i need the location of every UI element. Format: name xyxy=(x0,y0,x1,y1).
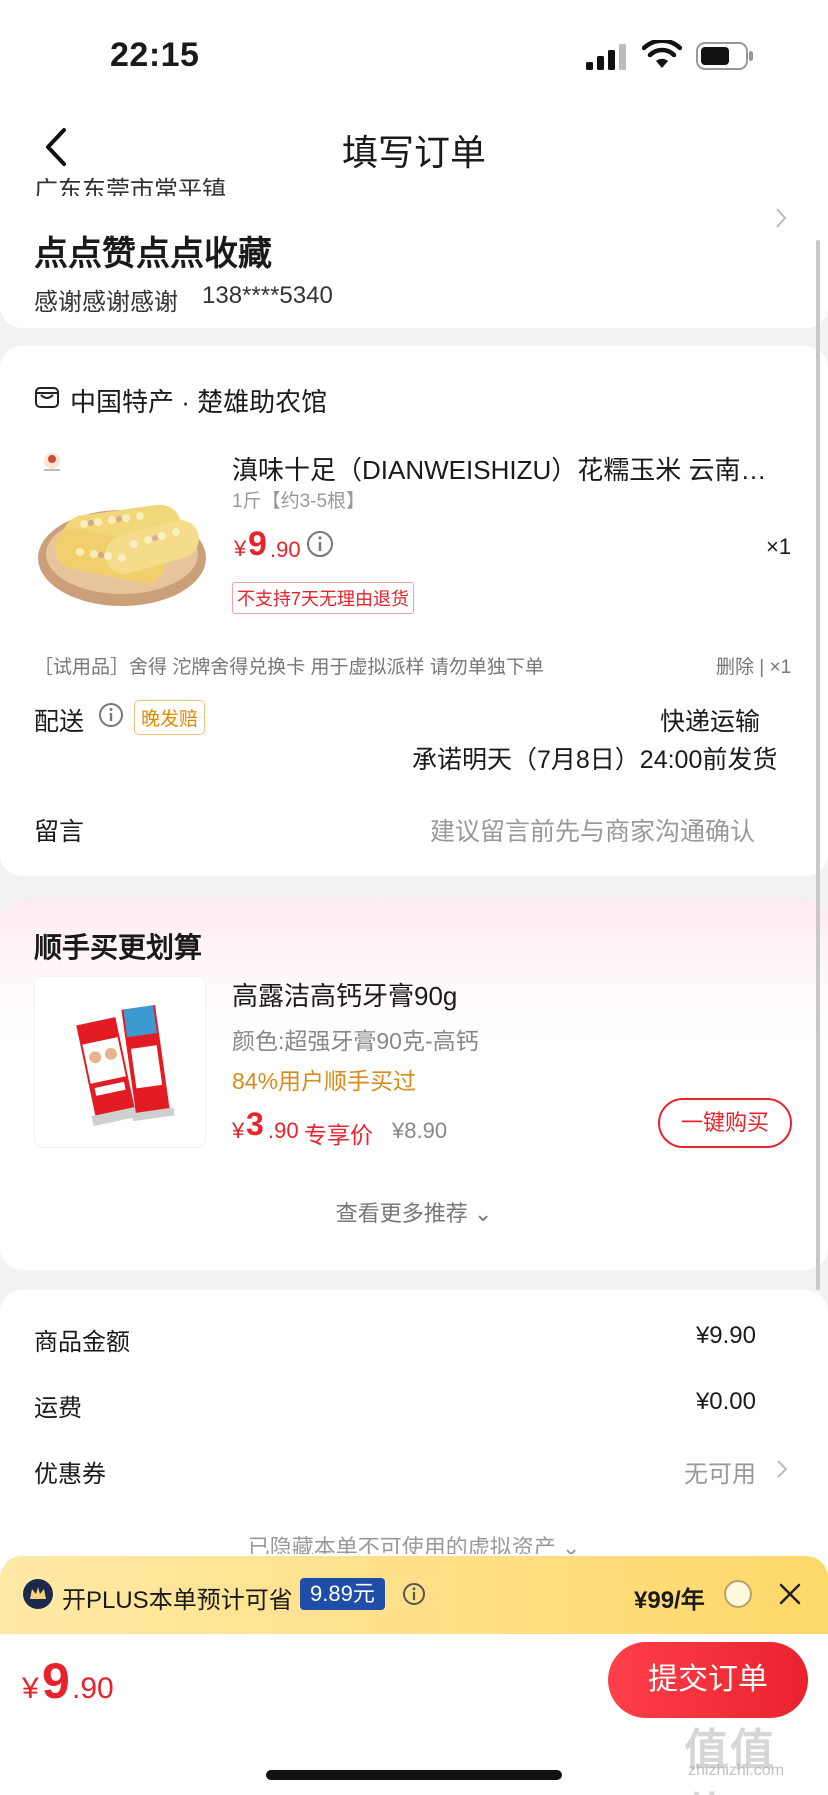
address-name: 点点赞点点收藏 xyxy=(34,235,272,273)
more-recommendations-link[interactable]: 查看更多推荐 ⌄ xyxy=(0,1196,828,1228)
coupon-value[interactable]: 无可用 xyxy=(620,1454,756,1489)
total-integer: 9 xyxy=(42,1653,70,1709)
plus-price: ¥99/年 xyxy=(634,1587,705,1614)
delivery-label: 配送 xyxy=(34,708,85,736)
toothpaste-image xyxy=(76,1005,175,1127)
upsell-product-spec: 颜色:超强牙膏90克-高钙 xyxy=(232,1028,479,1054)
info-icon[interactable] xyxy=(98,702,124,728)
scrollbar[interactable] xyxy=(816,240,820,1290)
shop-icon xyxy=(35,387,59,408)
plus-crown-icon xyxy=(23,1579,53,1609)
message-label: 留言 xyxy=(34,818,85,846)
upsell-title: 顺手买更划算 xyxy=(34,932,203,963)
watermark: 值值值 xyxy=(684,1726,776,1795)
coupon-label: 优惠券 xyxy=(34,1461,106,1488)
price-integer: 9 xyxy=(248,525,267,563)
upsell-price-decimal: .90 xyxy=(268,1118,299,1143)
total-currency: ¥ xyxy=(22,1672,39,1705)
no-return-badge: 不支持7天无理由退货 xyxy=(232,582,415,614)
chevron-right-icon[interactable] xyxy=(776,1458,788,1480)
product-title[interactable]: 滇味十足（DIANWEISHIZU）花糯玉米 云南西双… xyxy=(232,450,792,487)
hidden-assets-toggle[interactable]: 已隐藏本单不可使用的虚拟资产 ⌄ xyxy=(0,1530,828,1554)
shop-name[interactable]: 中国特产 · 楚雄助农馆 xyxy=(70,382,327,419)
upsell-product-name[interactable]: 高露洁高钙牙膏90g xyxy=(232,976,457,1013)
one-click-buy-button[interactable]: 一键购买 xyxy=(658,1098,792,1148)
goods-amount-value: ¥9.90 xyxy=(695,1322,756,1349)
wifi-icon xyxy=(642,40,682,68)
delivery-method[interactable]: 快递运输 xyxy=(660,702,760,738)
info-icon[interactable] xyxy=(306,530,334,558)
status-time: 22:15 xyxy=(110,36,200,74)
delivery-promise: 承诺明天（7月8日）24:00前发货 xyxy=(412,746,778,774)
upsell-bought-rate: 84%用户顺手买过 xyxy=(232,1068,417,1094)
upsell-price-integer: 3 xyxy=(246,1106,264,1142)
late-compensation-badge: 晚发赔 xyxy=(134,700,206,735)
upsell-exclusive-label: 专享价 xyxy=(304,1122,373,1148)
trial-item-delete[interactable]: 删除 | ×1 xyxy=(716,652,791,679)
shipping-value: ¥0.00 xyxy=(695,1388,756,1415)
close-icon[interactable] xyxy=(778,1582,802,1606)
submit-order-button[interactable]: 提交订单 xyxy=(608,1642,808,1718)
watermark-url: zhizhizhi.com xyxy=(688,1762,785,1779)
goods-amount-label: 商品金额 xyxy=(34,1329,130,1356)
total-decimal: .90 xyxy=(72,1672,114,1705)
upsell-price-currency: ¥ xyxy=(232,1118,245,1143)
cellular-signal-icon xyxy=(586,44,626,70)
battery-icon xyxy=(696,42,753,70)
address-contact-name: 感谢感谢感谢 xyxy=(34,289,178,316)
home-indicator[interactable] xyxy=(266,1770,562,1780)
plus-select-radio[interactable] xyxy=(724,1580,752,1608)
product-spec: 1斤【约3-5根】 xyxy=(232,491,366,512)
address-region: 广东东莞市常平镇 xyxy=(34,177,226,196)
chevron-right-icon[interactable] xyxy=(774,206,788,230)
product-quantity: ×1 xyxy=(766,534,792,559)
price-decimal: .90 xyxy=(270,537,301,562)
trial-item-text: ［试用品］舍得 沱牌舍得兑换卡 用于虚拟派样 请勿单独下单 xyxy=(34,657,544,678)
upsell-product-image[interactable] xyxy=(34,976,206,1148)
upsell-original-price: ¥8.90 xyxy=(392,1118,448,1143)
price-currency: ¥ xyxy=(234,536,247,561)
shipping-label: 运费 xyxy=(34,1395,82,1422)
plus-savings-badge: 9.89元 xyxy=(300,1578,385,1610)
page-title: 填写订单 xyxy=(341,132,486,173)
brand-logo-icon xyxy=(44,453,60,471)
info-icon[interactable] xyxy=(402,1582,426,1606)
message-input[interactable]: 建议留言前先与商家沟通确认 xyxy=(430,812,755,848)
address-phone: 138****5340 xyxy=(202,282,333,309)
plus-promo-text: 开PLUS本单预计可省 xyxy=(62,1587,293,1614)
